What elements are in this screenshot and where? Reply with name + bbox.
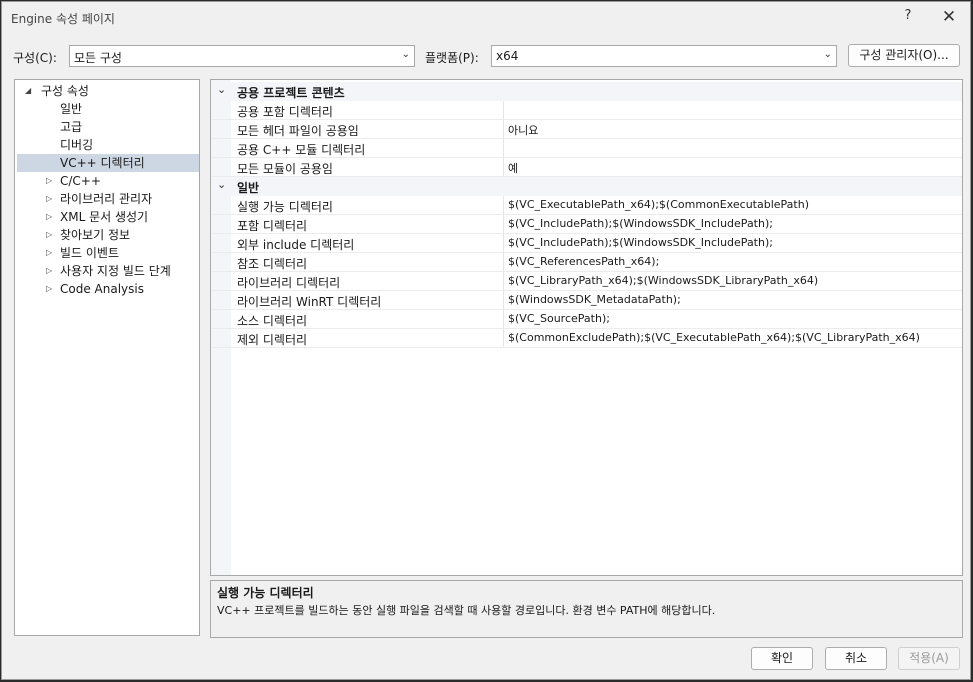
chevron-down-icon: ⌄	[401, 49, 410, 60]
collapsed-triangle-icon: ▷	[46, 248, 53, 257]
property-row[interactable]: 포함 디렉터리 $(VC_IncludePath);$(WindowsSDK_In…	[211, 215, 962, 234]
property-row[interactable]: 참조 디렉터리 $(VC_ReferencesPath_x64);	[211, 253, 962, 272]
platform-label: 플랫폼(P):	[425, 51, 479, 65]
tree-item-xml-doc-generator[interactable]: ▷ XML 문서 생성기	[46, 208, 148, 226]
tree-item-code-analysis[interactable]: ▷ Code Analysis	[46, 280, 144, 298]
property-pages-dialog: Engine 속성 페이지 ? ✕ 구성(C): 모든 구성 ⌄ 플랫폼(P):…	[1, 1, 971, 680]
category-public-project-content[interactable]: ⌄ 공용 프로젝트 콘텐츠	[211, 82, 962, 101]
tree-root-label: 구성 속성	[41, 84, 89, 98]
collapsed-triangle-icon: ▷	[46, 194, 53, 203]
cancel-button[interactable]: 취소	[825, 647, 887, 670]
platform-dropdown[interactable]: x64 ⌄	[491, 45, 837, 67]
property-row[interactable]: 소스 디렉터리 $(VC_SourcePath);	[211, 310, 962, 329]
category-general[interactable]: ⌄ 일반	[211, 177, 962, 196]
tree-item-librarian[interactable]: ▷ 라이브러리 관리자	[46, 190, 152, 208]
description-text: VC++ 프로젝트를 빌드하는 동안 실행 파일을 검색할 때 사용할 경로입니…	[217, 604, 716, 617]
tree-item-custom-build-step[interactable]: ▷ 사용자 지정 빌드 단계	[46, 262, 171, 280]
ok-button[interactable]: 확인	[751, 647, 813, 670]
window-title: Engine 속성 페이지	[11, 12, 115, 26]
chevron-down-icon: ⌄	[823, 49, 832, 60]
tree-item-general[interactable]: 일반	[60, 100, 82, 118]
property-row[interactable]: 외부 include 디렉터리 $(VC_IncludePath);$(Windo…	[211, 234, 962, 253]
description-title: 실행 가능 디렉터리	[217, 586, 314, 600]
tree-item-vc-directories[interactable]: VC++ 디렉터리	[60, 154, 145, 172]
platform-value: x64	[496, 49, 519, 63]
collapsed-triangle-icon: ▷	[46, 212, 53, 221]
title-bar: Engine 속성 페이지 ? ✕	[2, 2, 970, 34]
property-row[interactable]: 실행 가능 디렉터리 $(VC_ExecutablePath_x64);$(Com…	[211, 196, 962, 215]
property-grid[interactable]: ⌄ 공용 프로젝트 콘텐츠 공용 포함 디렉터리 모든 헤더 파일이 공용임 아니…	[210, 79, 963, 576]
property-row[interactable]: 라이브러리 WinRT 디렉터리 $(WindowsSDK_MetadataPat…	[211, 291, 962, 310]
collapsed-triangle-icon: ▷	[46, 176, 53, 185]
configuration-value: 모든 구성	[74, 51, 122, 65]
collapsed-triangle-icon: ▷	[46, 284, 53, 293]
apply-button[interactable]: 적용(A)	[898, 647, 960, 670]
help-button[interactable]: ?	[898, 8, 918, 23]
property-row[interactable]: 모든 모듈이 공용임 예	[211, 158, 962, 177]
configuration-label: 구성(C):	[13, 51, 57, 65]
close-button[interactable]: ✕	[938, 7, 960, 27]
tree-item-build-events[interactable]: ▷ 빌드 이벤트	[46, 244, 119, 262]
configuration-manager-button[interactable]: 구성 관리자(O)...	[848, 44, 960, 67]
tree-item-cpp[interactable]: ▷ C/C++	[46, 172, 101, 190]
description-panel: 실행 가능 디렉터리 VC++ 프로젝트를 빌드하는 동안 실행 파일을 검색할…	[210, 580, 963, 638]
configuration-dropdown[interactable]: 모든 구성 ⌄	[69, 45, 415, 67]
settings-tree[interactable]: ◢ 구성 속성 일반 고급 디버깅 VC++ 디렉터리 ▷ C/C++ ▷ 라이…	[14, 79, 200, 636]
tree-root-configuration-properties[interactable]: ◢ 구성 속성	[25, 82, 89, 100]
tree-item-debugging[interactable]: 디버깅	[60, 136, 93, 154]
property-row[interactable]: 제외 디렉터리 $(CommonExcludePath);$(VC_Executa…	[211, 329, 962, 348]
expanded-triangle-icon: ◢	[25, 86, 32, 95]
chevron-down-icon[interactable]: ⌄	[217, 83, 226, 96]
collapsed-triangle-icon: ▷	[46, 230, 53, 239]
property-row[interactable]: 라이브러리 디렉터리 $(VC_LibraryPath_x64);$(Window…	[211, 272, 962, 291]
tree-item-browse-information[interactable]: ▷ 찾아보기 정보	[46, 226, 130, 244]
chevron-down-icon[interactable]: ⌄	[217, 178, 226, 191]
property-row[interactable]: 모든 헤더 파일이 공용임 아니요	[211, 120, 962, 139]
tree-item-advanced[interactable]: 고급	[60, 118, 82, 136]
property-row[interactable]: 공용 포함 디렉터리	[211, 101, 962, 120]
collapsed-triangle-icon: ▷	[46, 266, 53, 275]
property-row[interactable]: 공용 C++ 모듈 디렉터리	[211, 139, 962, 158]
